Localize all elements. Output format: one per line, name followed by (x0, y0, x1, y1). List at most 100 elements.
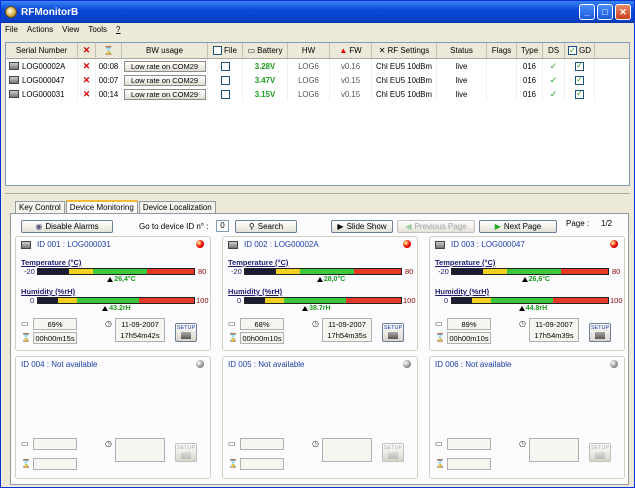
menu-actions[interactable]: Actions (27, 25, 53, 34)
x-icon[interactable]: ✕ (83, 89, 91, 100)
setup-button[interactable]: SETUP (175, 323, 197, 342)
battery-icon: ▭ (435, 319, 443, 328)
page-label: Page : (566, 219, 590, 228)
bw-button[interactable]: Low rate on COM29 (123, 60, 206, 72)
battery-percent (447, 438, 491, 450)
table-row[interactable]: LOG00002A ✕ 00:08 Low rate on COM29 3.28… (6, 59, 629, 73)
arrow-up-icon: ▲ (339, 46, 348, 55)
device-card: ID 003 : LOG000047 Temperature (°C) -20 … (429, 236, 625, 351)
col-gd[interactable]: ✓ GD (565, 43, 595, 58)
col-flags[interactable]: Flags (487, 43, 517, 58)
search-icon: ⚲ (248, 222, 255, 231)
row-hw: LOG6 (288, 73, 330, 87)
alarm-light-icon (196, 240, 204, 248)
col-file[interactable]: File (208, 43, 243, 58)
gd-checkbox[interactable]: ✓ (575, 75, 584, 85)
table-row[interactable]: LOG000047 ✕ 00:07 Low rate on COM29 3.47… (6, 73, 629, 87)
uptime (447, 458, 491, 470)
hum-min: 0 (30, 296, 35, 305)
tab-device-monitoring[interactable]: Device Monitoring (65, 200, 138, 214)
col-bw[interactable]: BW usage (122, 43, 208, 58)
temperature-gauge (37, 268, 195, 275)
bw-button[interactable]: Low rate on COM29 (123, 74, 206, 86)
hum-max: 100 (196, 296, 209, 305)
pointer-icon (107, 277, 114, 282)
hourglass-icon: ⌛ (21, 459, 31, 468)
hourglass-icon: ⌛ (435, 333, 445, 342)
setup-button[interactable]: SETUP (382, 323, 404, 342)
title-bar[interactable]: RFMonitorB _ □ ✕ (1, 1, 634, 23)
pointer-icon (316, 277, 323, 282)
setup-button[interactable]: SETUP (589, 443, 611, 462)
hourglass-icon: ⌛ (228, 333, 238, 342)
menu-help[interactable]: ? (116, 25, 120, 34)
menu-view[interactable]: View (62, 25, 79, 34)
last-seen: 11-09-2007 17h54m39s (529, 318, 579, 342)
device-icon (388, 452, 398, 459)
device-icon (9, 62, 19, 70)
gd-checkbox[interactable]: ✓ (575, 89, 584, 99)
file-checkbox-icon (213, 46, 223, 55)
col-serial[interactable]: Serial Number (6, 43, 78, 58)
gd-checkbox[interactable]: ✓ (575, 61, 584, 71)
table-row[interactable]: LOG000031 ✕ 00:14 Low rate on COM29 3.15… (6, 87, 629, 101)
device-icon (595, 452, 605, 459)
battery-percent: 69% (33, 318, 77, 330)
setup-button[interactable]: SETUP (175, 443, 197, 462)
minimize-button[interactable]: _ (579, 4, 595, 20)
device-icon (9, 76, 19, 84)
col-hw[interactable]: HW (288, 43, 330, 58)
row-battery: 3.15V (243, 87, 288, 101)
slideshow-button[interactable]: ▶ Slide Show (331, 220, 393, 233)
humidity-gauge (244, 297, 402, 304)
device-card-empty: ID 006 : Not available ▭ ⌛ ◷ SETUP (429, 356, 625, 479)
x-icon[interactable]: ✕ (83, 61, 91, 72)
humidity-value: 43.2rH (109, 305, 131, 312)
goto-input[interactable]: 0 (216, 220, 229, 232)
disable-alarms-button[interactable]: ◉ Disable Alarms (21, 220, 113, 233)
menu-tools[interactable]: Tools (88, 25, 107, 34)
search-button[interactable]: ⚲ Search (235, 220, 297, 233)
row-fw: v0.16 (330, 59, 372, 73)
maximize-button[interactable]: □ (597, 4, 613, 20)
col-status[interactable]: Status (437, 43, 487, 58)
last-seen: 11-09-2007 17h54m35s (322, 318, 372, 342)
x-icon[interactable]: ✕ (83, 75, 91, 86)
col-time[interactable]: ⌛ (96, 43, 122, 58)
menu-file[interactable]: File (5, 25, 18, 34)
close-button[interactable]: ✕ (615, 4, 631, 20)
file-checkbox[interactable] (220, 89, 230, 99)
device-card: ID 001 : LOG000031 Temperature (°C) -20 … (15, 236, 211, 351)
device-card-empty: ID 004 : Not available ▭ ⌛ ◷ SETUP (15, 356, 211, 479)
battery-icon: ▭ (228, 439, 236, 448)
hum-min: 0 (237, 296, 242, 305)
uptime (240, 458, 284, 470)
setup-button[interactable]: SETUP (382, 443, 404, 462)
last-seen: 11-09-2007 17h54m42s (115, 318, 165, 342)
hourglass-icon: ⌛ (21, 333, 31, 342)
device-card-empty: ID 005 : Not available ▭ ⌛ ◷ SETUP (222, 356, 418, 479)
battery-percent: 68% (240, 318, 284, 330)
file-checkbox[interactable] (220, 61, 230, 71)
check-icon: ✓ (543, 73, 565, 87)
pointer-icon (521, 277, 528, 282)
splitter[interactable] (5, 188, 630, 194)
clock-icon: ◷ (519, 319, 526, 328)
col-battery[interactable]: ▭ Battery (243, 43, 288, 58)
col-rf[interactable]: ✕ RF Settings (372, 43, 437, 58)
device-title: ID 005 : Not available (228, 360, 305, 369)
col-ds[interactable]: DS (543, 43, 565, 58)
alarm-light-icon (403, 240, 411, 248)
col-type[interactable]: Type (517, 43, 543, 58)
battery-icon: ▭ (247, 46, 256, 55)
col-fw[interactable]: ▲ FW (330, 43, 372, 58)
bw-button[interactable]: Low rate on COM29 (123, 88, 206, 100)
check-icon: ✓ (543, 87, 565, 101)
humidity-label: Humidity (%rH) (228, 287, 283, 296)
next-page-button[interactable]: ▶ Next Page (479, 220, 557, 233)
row-rf: Chl EU5 10dBm (372, 87, 437, 101)
previous-page-button[interactable]: ◀ Previous Page (397, 220, 475, 233)
col-alarm[interactable]: ✕ (78, 43, 96, 58)
setup-button[interactable]: SETUP (589, 323, 611, 342)
file-checkbox[interactable] (220, 75, 230, 85)
